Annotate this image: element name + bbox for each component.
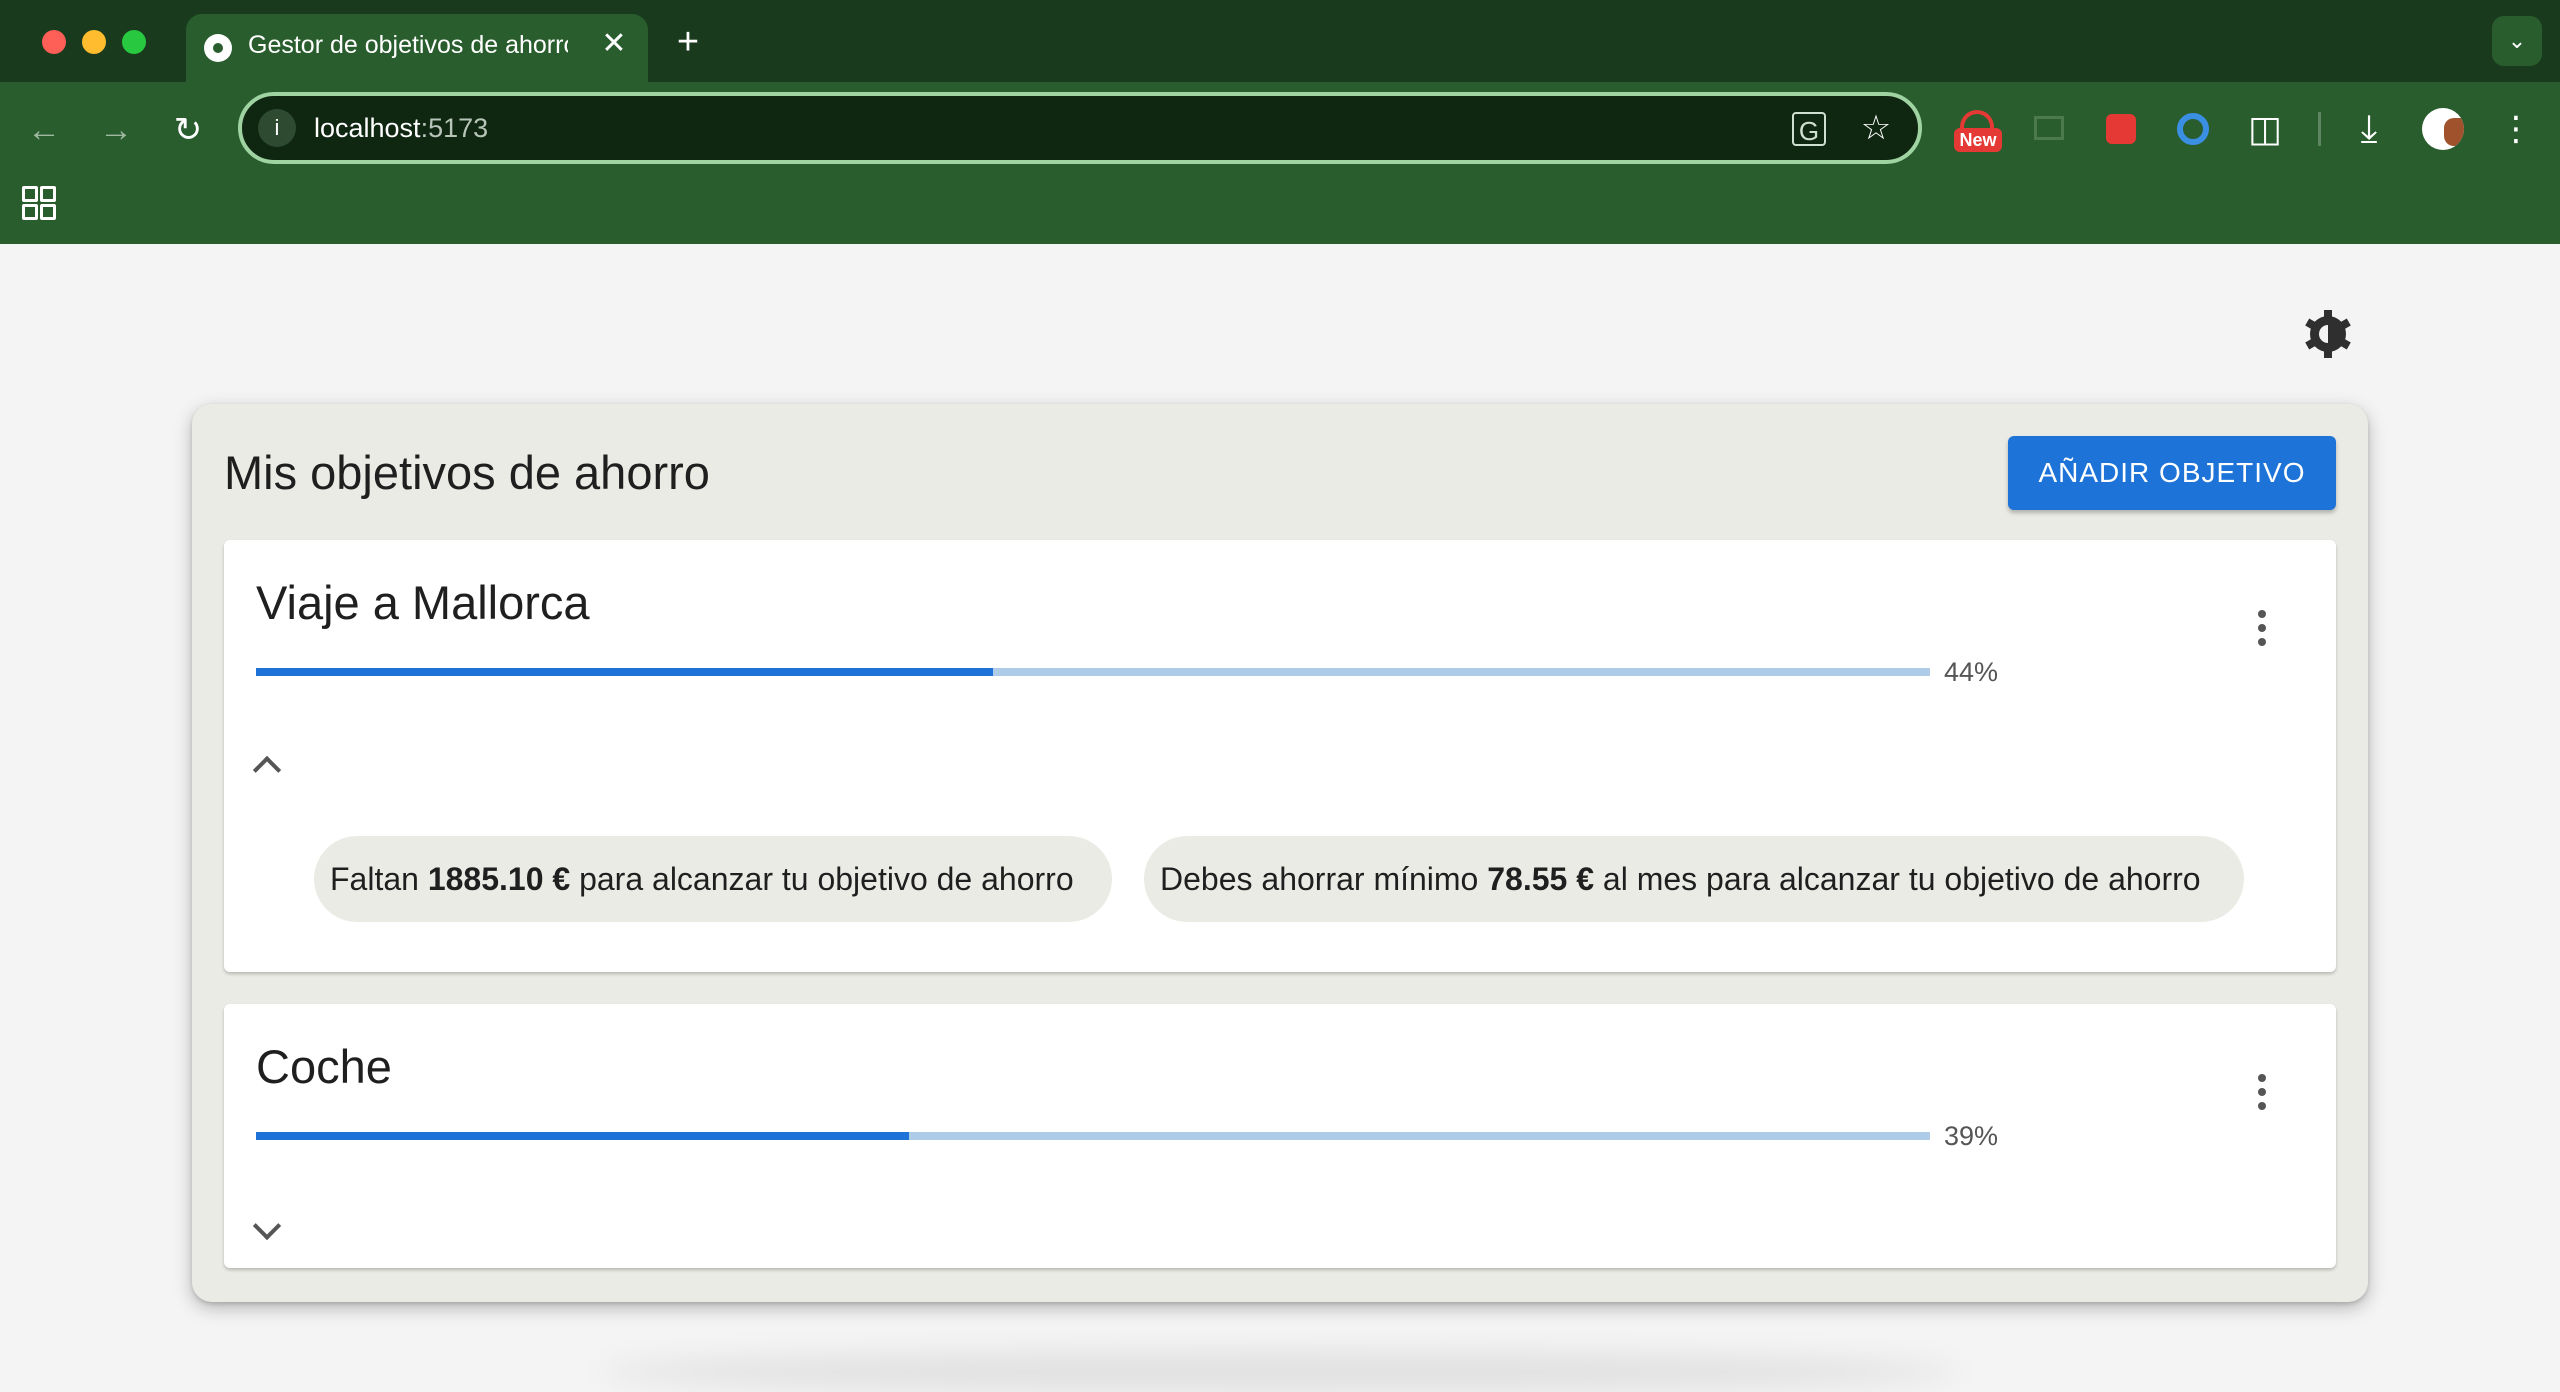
goal-options-kebab-icon[interactable] bbox=[2240, 1070, 2284, 1114]
goal-card: Viaje a Mallorca 44% Faltan 1885.10 € pa… bbox=[224, 540, 2336, 972]
forward-arrow-icon[interactable]: → bbox=[94, 108, 138, 152]
translate-icon[interactable]: G bbox=[1792, 112, 1826, 146]
add-goal-button[interactable]: AÑADIR OBJETIVO bbox=[2008, 436, 2336, 510]
goal-progress-bar bbox=[256, 668, 1930, 676]
goal-progress-fill bbox=[256, 668, 993, 676]
tab-title: Gestor de objetivos de ahorro bbox=[248, 31, 568, 59]
profile-avatar[interactable] bbox=[2422, 108, 2464, 150]
monthly-saving-chip: Debes ahorrar mínimo 78.55 € al mes para… bbox=[1144, 836, 2244, 922]
chip-text-suffix: para alcanzar tu objetivo de ahorro bbox=[570, 861, 1074, 897]
close-tab-icon[interactable]: ✕ bbox=[596, 26, 632, 62]
goal-name: Viaje a Mallorca bbox=[256, 576, 590, 629]
chip-text-prefix: Debes ahorrar mínimo bbox=[1160, 861, 1488, 897]
back-arrow-icon[interactable]: ← bbox=[22, 108, 66, 152]
goal-progress-label: 44% bbox=[1944, 657, 1999, 687]
extension-new-icon[interactable]: New bbox=[1954, 106, 2002, 152]
savings-goals-panel: Mis objetivos de ahorro AÑADIR OBJETIVO … bbox=[192, 404, 2368, 1302]
page-bottom-shadow bbox=[600, 1352, 1960, 1392]
goal-card: Coche 39% bbox=[224, 1004, 2336, 1268]
theme-toggle-brightness-icon[interactable] bbox=[2300, 306, 2356, 362]
extensions-puzzle-icon[interactable]: ◫ bbox=[2242, 106, 2288, 152]
goal-options-kebab-icon[interactable] bbox=[2240, 606, 2284, 650]
address-bar[interactable]: i localhost:5173 G ☆ bbox=[238, 92, 1922, 164]
sun-core bbox=[2310, 316, 2346, 352]
extension-new-badge: New bbox=[1954, 128, 2002, 152]
blue-extension-icon[interactable] bbox=[2170, 106, 2216, 152]
remaining-amount-chip: Faltan 1885.10 € para alcanzar tu objeti… bbox=[314, 836, 1112, 922]
tab-strip: Gestor de objetivos de ahorro ✕ + ⌄ bbox=[0, 0, 2560, 82]
expand-chevron-down-icon[interactable] bbox=[244, 1208, 288, 1252]
chevron-shape bbox=[252, 1211, 282, 1241]
chevron-shape bbox=[252, 755, 282, 785]
download-icon[interactable]: ⤓ bbox=[2346, 106, 2392, 152]
chip-text-prefix: Faltan bbox=[330, 861, 428, 897]
toolbar-divider bbox=[2318, 112, 2321, 146]
goal-progress-fill bbox=[256, 1132, 909, 1140]
minimize-window-button[interactable] bbox=[82, 30, 106, 54]
url-text[interactable]: localhost:5173 bbox=[314, 110, 488, 146]
collapse-chevron-up-icon[interactable] bbox=[244, 742, 288, 786]
goal-progress-bar bbox=[256, 1132, 1930, 1140]
blue-ring-shape bbox=[2177, 113, 2209, 145]
remaining-amount: 1885.10 € bbox=[427, 861, 571, 897]
red-square-shape bbox=[2106, 114, 2136, 144]
monthly-amount: 78.55 € bbox=[1487, 861, 1594, 897]
browser-chrome: Gestor de objetivos de ahorro ✕ + ⌄ ← → … bbox=[0, 0, 2560, 244]
screen-capture-extension-icon[interactable] bbox=[2026, 106, 2072, 152]
maximize-window-button[interactable] bbox=[122, 30, 146, 54]
browser-menu-icon[interactable]: ⋮ bbox=[2496, 106, 2536, 152]
red-extension-icon[interactable] bbox=[2098, 106, 2144, 152]
apps-grid-icon[interactable] bbox=[22, 186, 58, 222]
goal-progress-label: 39% bbox=[1944, 1121, 1999, 1151]
goal-name: Coche bbox=[256, 1040, 392, 1093]
active-tab[interactable]: Gestor de objetivos de ahorro ✕ bbox=[186, 14, 648, 82]
site-info-icon[interactable]: i bbox=[258, 109, 296, 147]
url-port: :5173 bbox=[420, 113, 489, 143]
page-title: Mis objetivos de ahorro bbox=[224, 446, 710, 499]
chip-text-suffix: al mes para alcanzar tu objetivo de ahor… bbox=[1594, 861, 2201, 897]
tab-search-chevron-icon[interactable]: ⌄ bbox=[2492, 16, 2542, 66]
new-tab-button[interactable]: + bbox=[668, 22, 708, 62]
bookmark-star-icon[interactable]: ☆ bbox=[1856, 108, 1896, 148]
reload-icon[interactable]: ↻ bbox=[166, 108, 210, 152]
favicon-icon bbox=[204, 34, 232, 62]
screen-frame-shape bbox=[2034, 116, 2064, 140]
url-host: localhost bbox=[314, 113, 421, 143]
close-window-button[interactable] bbox=[42, 30, 66, 54]
